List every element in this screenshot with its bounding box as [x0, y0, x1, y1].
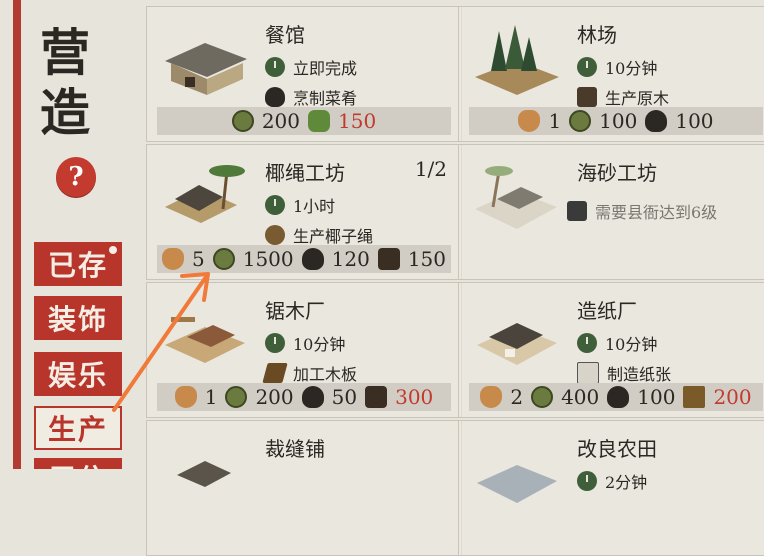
- clock-icon: [265, 333, 285, 353]
- restaurant-building-icon: [165, 43, 247, 95]
- coin-icon: [531, 386, 554, 408]
- worker-icon: [174, 386, 197, 408]
- rope-icon: [265, 225, 285, 245]
- log-icon: [577, 87, 597, 107]
- help-button[interactable]: ?: [56, 157, 96, 197]
- building-name: 海砂工坊: [577, 161, 657, 185]
- build-time-row: 10分钟: [265, 331, 345, 355]
- build-time-row: 10分钟: [577, 331, 657, 355]
- log-icon: [377, 248, 400, 270]
- lumber-farm-building-icon: [475, 25, 559, 95]
- tailor-shop-building-icon: [177, 461, 231, 487]
- coin-icon: [569, 110, 592, 132]
- tab-decoration[interactable]: 装饰: [34, 296, 122, 340]
- unlock-requirement: 需要县衙达到6级: [567, 199, 717, 223]
- worker-icon: [480, 386, 503, 408]
- building-name: 裁缝铺: [265, 437, 325, 461]
- title-char-2: 造: [40, 83, 90, 142]
- building-card-improved-farmland[interactable]: 改良农田 2分钟: [458, 420, 764, 556]
- bowl-icon: [607, 386, 630, 408]
- tab-residence-label: 居住: [48, 458, 108, 469]
- board-icon: [683, 386, 706, 408]
- worker-icon: [161, 248, 184, 270]
- tab-decoration-label: 装饰: [47, 303, 108, 336]
- cost-bar: 1 100 100: [469, 107, 763, 135]
- paper-mill-building-icon: [477, 323, 557, 365]
- tab-stored[interactable]: 已存: [34, 242, 122, 286]
- building-card-coconut-rope-workshop[interactable]: 椰绳工坊 1/2 1小时 生产椰子绳 5 1500 120 150: [146, 144, 462, 280]
- tab-stored-label: 已存: [47, 249, 108, 282]
- build-time-row: 10分钟: [577, 55, 657, 79]
- clock-icon: [577, 333, 597, 353]
- title-char-1: 营: [40, 23, 90, 82]
- worker-icon: [518, 110, 541, 132]
- building-grid: 餐馆 立即完成 烹制菜肴 200 150 林场 10分钟 生产原木 1 100 …: [138, 0, 764, 556]
- cost-bar: 1 200 50 300: [157, 383, 451, 411]
- product-row: 加工木板: [262, 361, 357, 385]
- bowl-icon: [301, 248, 324, 270]
- building-name: 改良农田: [577, 437, 657, 461]
- clock-icon: [265, 57, 285, 77]
- cost-bar: 2 400 100 200: [469, 383, 763, 411]
- building-card-sawmill[interactable]: 锯木厂 10分钟 加工木板 1 200 50 300: [146, 282, 462, 418]
- tab-production-label: 生产: [47, 413, 108, 446]
- log-icon: [365, 386, 388, 408]
- tab-entertainment-label: 娱乐: [47, 359, 108, 392]
- lock-icon: [567, 201, 587, 221]
- product-row: 生产椰子绳: [265, 223, 373, 247]
- sidebar-border: [13, 0, 21, 469]
- cost-bar: 200 150: [157, 107, 451, 135]
- board-icon: [262, 363, 288, 383]
- building-name: 餐馆: [265, 23, 305, 47]
- clock-icon: [577, 471, 597, 491]
- product-row: 烹制菜肴: [265, 85, 357, 109]
- clock-icon: [577, 57, 597, 77]
- building-card-paper-mill[interactable]: 造纸厂 10分钟 制造纸张 2 400 100 200: [458, 282, 764, 418]
- coin-icon: [225, 386, 248, 408]
- building-count: 1/2: [414, 157, 447, 181]
- building-name: 锯木厂: [265, 299, 325, 323]
- sea-sand-workshop-icon: [475, 166, 557, 229]
- category-sidebar: 营 造 ? 已存 装饰 娱乐 生产 居住: [0, 0, 140, 469]
- coin-icon: [212, 248, 235, 270]
- coconut-rope-workshop-icon: [165, 165, 245, 223]
- vegetable-icon: [308, 110, 330, 132]
- coin-icon: [231, 110, 254, 132]
- build-time-row: 1小时: [265, 193, 335, 217]
- building-name: 椰绳工坊: [265, 161, 345, 185]
- build-time-row: 立即完成: [265, 55, 357, 79]
- product-row: 制造纸张: [577, 361, 671, 385]
- building-card-restaurant[interactable]: 餐馆 立即完成 烹制菜肴 200 150: [146, 6, 462, 142]
- bowl-icon: [265, 87, 285, 107]
- clock-icon: [265, 195, 285, 215]
- tab-production[interactable]: 生产: [34, 406, 122, 450]
- sawmill-building-icon: [165, 317, 245, 363]
- building-name: 造纸厂: [577, 299, 637, 323]
- tab-residence[interactable]: 居住: [34, 458, 122, 469]
- building-card-tailor-shop[interactable]: 裁缝铺: [146, 420, 462, 556]
- product-row: 生产原木: [577, 85, 669, 109]
- notification-dot-icon: [109, 246, 117, 254]
- building-card-sea-sand-workshop[interactable]: 海砂工坊 需要县衙达到6级: [458, 144, 764, 280]
- tab-entertainment[interactable]: 娱乐: [34, 352, 122, 396]
- build-time-row: 2分钟: [577, 469, 647, 493]
- bowl-icon: [645, 110, 668, 132]
- building-name: 林场: [577, 23, 617, 47]
- paper-scroll-icon: [577, 362, 599, 384]
- bowl-icon: [301, 386, 324, 408]
- building-card-lumber-farm[interactable]: 林场 10分钟 生产原木 1 100 100: [458, 6, 764, 142]
- improved-farmland-icon: [477, 465, 557, 503]
- cost-bar: 5 1500 120 150: [157, 245, 451, 273]
